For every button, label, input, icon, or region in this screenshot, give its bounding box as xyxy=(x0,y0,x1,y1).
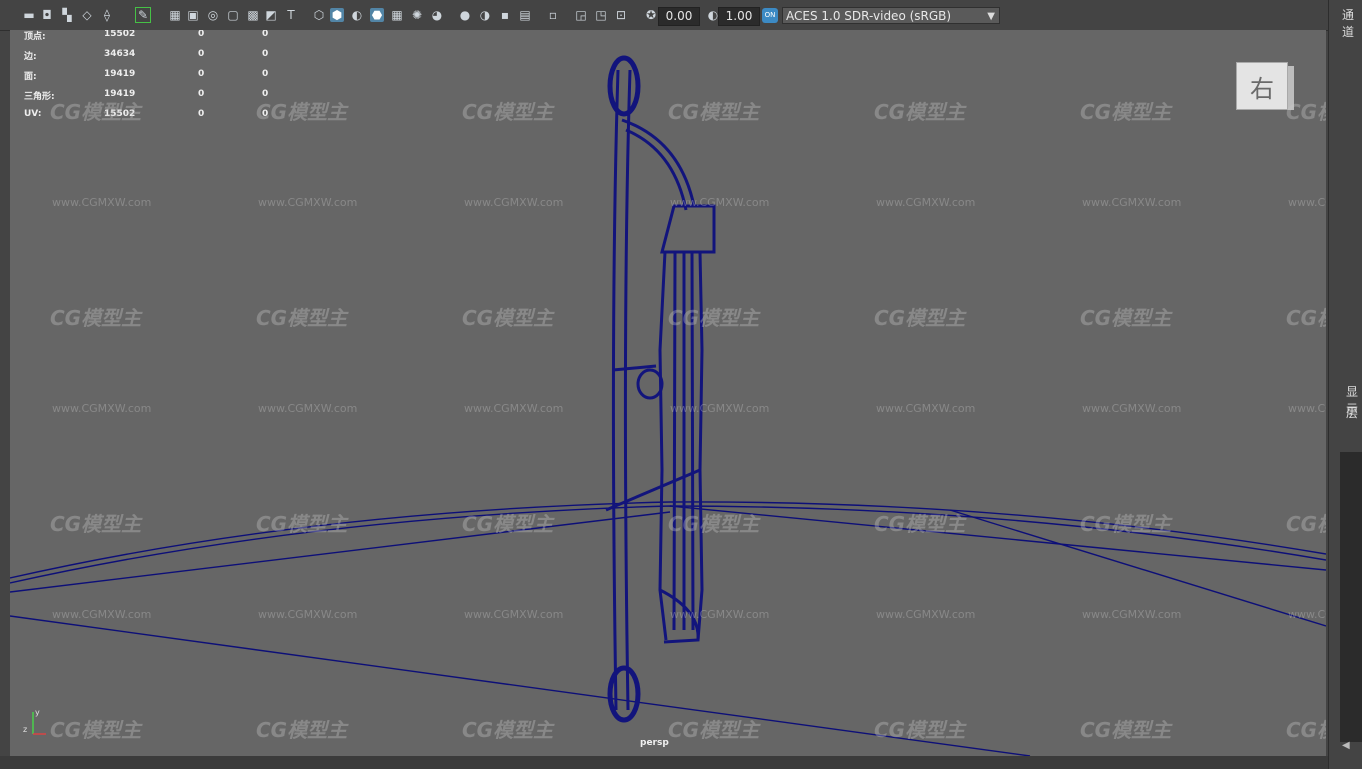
safe-title-icon[interactable]: Ｔ xyxy=(284,8,298,22)
image-plane-icon[interactable]: ◇ xyxy=(80,8,94,22)
motion-blur-icon[interactable]: ◑ xyxy=(478,8,492,22)
use-lights-icon[interactable]: ✺ xyxy=(410,8,424,22)
hud-value: 0 xyxy=(198,49,205,59)
color-space-value: ACES 1.0 SDR-video (sRGB) xyxy=(786,9,952,23)
bookmark-icon[interactable]: ▚ xyxy=(60,8,74,22)
hud-value: 0 xyxy=(262,109,269,119)
gamma-field[interactable]: 1.00 xyxy=(718,7,760,26)
ground-edge-1 xyxy=(10,501,1326,579)
perspective-viewport[interactable]: 顶点: 15502 0 0 边: 34634 0 0 面: 19419 0 0 … xyxy=(10,30,1326,756)
grease-pencil-icon[interactable]: ✎ xyxy=(135,7,151,23)
xray-active-icon[interactable]: ◳ xyxy=(594,8,608,22)
hud-value: 0 xyxy=(262,30,269,39)
bow-cams xyxy=(607,55,664,723)
safe-action-icon[interactable]: ◩ xyxy=(264,8,278,22)
layer-list[interactable] xyxy=(1340,452,1362,742)
smooth-shade-icon[interactable]: ⬢ xyxy=(330,8,344,22)
exposure-icon[interactable]: ✪ xyxy=(644,8,658,22)
bottom-bar xyxy=(0,756,1328,769)
channel-box-tab[interactable]: 通道 xyxy=(1342,6,1362,40)
camera-attributes-icon[interactable]: ◘ xyxy=(40,8,54,22)
hud-value: 0 xyxy=(198,30,205,39)
shadows-icon[interactable]: ◕ xyxy=(430,8,444,22)
axis-gizmo-icon: y z xyxy=(23,708,46,735)
depth-of-field-icon[interactable]: ▤ xyxy=(518,8,532,22)
ground-edge-5 xyxy=(10,615,1031,756)
scene-wireframe xyxy=(10,55,1326,756)
hud-label: UV: xyxy=(24,109,42,119)
hud-value: 0 xyxy=(262,69,269,79)
ground-edge-2 xyxy=(10,505,1326,584)
2d-pan-zoom-icon[interactable]: ⟠ xyxy=(100,8,114,22)
hud-label: 顶点: xyxy=(24,32,46,42)
xray-joints-icon[interactable]: ◲ xyxy=(574,8,588,22)
hud-value: 0 xyxy=(262,49,269,59)
view-cube[interactable]: 右 xyxy=(1236,62,1288,110)
hud-value: 19419 xyxy=(104,89,136,99)
layer-tab[interactable]: 层 xyxy=(1346,404,1358,421)
isolate-select-icon[interactable]: ▫ xyxy=(546,8,560,22)
hud-value: 0 xyxy=(198,109,205,119)
grid-icon[interactable]: ▦ xyxy=(168,8,182,22)
axis-z-label: z xyxy=(23,725,27,734)
hud-label: 边: xyxy=(24,52,37,62)
hud-value: 34634 xyxy=(104,49,136,59)
wireframe-on-shaded-icon[interactable]: ⬣ xyxy=(370,8,384,22)
exposure-field[interactable]: 0.00 xyxy=(658,7,700,26)
camera-label: persp xyxy=(640,738,669,748)
resolution-gate-icon[interactable]: ◎ xyxy=(206,8,220,22)
hud-value: 0 xyxy=(262,89,269,99)
hud-label: 三角形: xyxy=(24,92,55,102)
field-chart-icon[interactable]: ▩ xyxy=(246,8,260,22)
film-gate-icon[interactable]: ▣ xyxy=(186,8,200,22)
select-camera-icon[interactable]: ▬ xyxy=(22,8,36,22)
gate-mask-icon[interactable]: ▢ xyxy=(226,8,240,22)
hud-label: 面: xyxy=(24,72,37,82)
axis-y-label: y xyxy=(35,708,40,717)
backface-culling-icon[interactable]: ⊡ xyxy=(614,8,628,22)
color-space-select[interactable]: ACES 1.0 SDR-video (sRGB) ▼ xyxy=(782,7,1000,24)
hud-value: 15502 xyxy=(104,30,136,39)
ambient-occlusion-icon[interactable]: ● xyxy=(458,8,472,22)
default-material-icon[interactable]: ◐ xyxy=(350,8,364,22)
chevron-down-icon[interactable]: ▼ xyxy=(987,8,995,25)
color-management-icon[interactable]: ON xyxy=(762,8,778,23)
hud-value: 15502 xyxy=(104,109,136,119)
anti-aliasing-icon[interactable]: ▪ xyxy=(498,8,512,22)
hud-value: 19419 xyxy=(104,69,136,79)
hud-value: 0 xyxy=(198,69,205,79)
scroll-down-icon[interactable]: ◀ xyxy=(1342,740,1350,751)
view-cube-label: 右 xyxy=(1250,75,1274,103)
hud-value: 0 xyxy=(198,89,205,99)
xray-icon[interactable]: ▦ xyxy=(390,8,404,22)
wireframe-icon[interactable]: ⬡ xyxy=(312,8,326,22)
